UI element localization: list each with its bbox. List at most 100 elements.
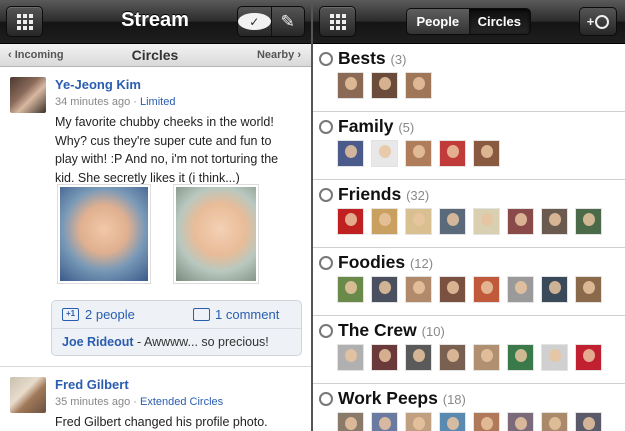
post-author[interactable]: Ye-Jeong Kim: [55, 77, 141, 92]
stream-actions: ✓ ✎: [237, 6, 305, 37]
member-avatar[interactable]: [507, 208, 534, 235]
member-avatar[interactable]: [371, 72, 398, 99]
member-avatar[interactable]: [473, 208, 500, 235]
member-avatar[interactable]: [575, 344, 602, 371]
commenter-name[interactable]: Joe Rideout: [62, 335, 134, 349]
post-visibility[interactable]: Extended Circles: [140, 396, 223, 408]
latest-comment: Joe Rideout - Awwww... so precious!: [62, 335, 269, 349]
member-avatar[interactable]: [371, 276, 398, 303]
pencil-icon: ✎: [280, 11, 295, 31]
post-author[interactable]: Fred Gilbert: [55, 377, 129, 392]
add-circle-button[interactable]: +: [579, 7, 617, 36]
member-avatar[interactable]: [575, 276, 602, 303]
circle-section[interactable]: Work Peeps (18): [313, 384, 625, 431]
post-body-line: Fred Gilbert changed his profile photo.: [55, 415, 268, 429]
member-avatar[interactable]: [541, 344, 568, 371]
people-circles-toggle: People Circles: [406, 8, 531, 35]
member-avatar[interactable]: [337, 140, 364, 167]
post-time: 34 minutes ago: [55, 96, 131, 108]
member-avatar[interactable]: [371, 344, 398, 371]
member-avatar[interactable]: [575, 412, 602, 431]
member-avatar[interactable]: [541, 412, 568, 431]
circle-members: [337, 344, 609, 371]
circle-members: [337, 72, 439, 99]
member-avatar[interactable]: [337, 276, 364, 303]
stream-header: Stream ✓ ✎: [0, 0, 311, 44]
post-visibility[interactable]: Limited: [140, 96, 175, 108]
member-avatar[interactable]: [473, 412, 500, 431]
member-avatar[interactable]: [405, 344, 432, 371]
member-avatar[interactable]: [371, 140, 398, 167]
circle-members: [337, 276, 609, 303]
circle-section[interactable]: Family (5): [313, 112, 625, 180]
engagement-counts: +1 2 people 1 comment: [52, 301, 301, 329]
member-avatar[interactable]: [439, 140, 466, 167]
avatar[interactable]: [10, 77, 46, 113]
member-avatar[interactable]: [405, 140, 432, 167]
checkin-button[interactable]: ✓: [238, 7, 271, 36]
tab-circles[interactable]: Circles: [468, 9, 530, 34]
member-avatar[interactable]: [371, 208, 398, 235]
circle-title: Foodies: [338, 252, 406, 272]
circle-name: Foodies (12): [338, 252, 433, 273]
circle-title: Family: [338, 116, 394, 136]
post-divider: [0, 366, 311, 367]
member-avatar[interactable]: [405, 412, 432, 431]
member-avatar[interactable]: [405, 72, 432, 99]
post-body-line: Why? cus they're super cute and fun to: [55, 133, 272, 148]
member-avatar[interactable]: [507, 412, 534, 431]
post-body: My favorite chubby cheeks in the world! …: [55, 113, 301, 187]
circle-section[interactable]: The Crew (10): [313, 316, 625, 384]
tab-people[interactable]: People: [407, 9, 469, 34]
grid-icon: [17, 14, 33, 30]
nearby-link[interactable]: Nearby ›: [257, 49, 301, 61]
circle-section[interactable]: Foodies (12): [313, 248, 625, 316]
member-avatar[interactable]: [473, 344, 500, 371]
member-avatar[interactable]: [507, 276, 534, 303]
compose-button[interactable]: ✎: [270, 7, 305, 36]
member-avatar[interactable]: [439, 344, 466, 371]
post-photo[interactable]: [57, 184, 151, 284]
member-avatar[interactable]: [337, 412, 364, 431]
member-avatar[interactable]: [473, 140, 500, 167]
radio-icon[interactable]: [319, 188, 333, 202]
member-avatar[interactable]: [439, 412, 466, 431]
circle-title: Work Peeps: [338, 388, 438, 408]
member-avatar[interactable]: [473, 276, 500, 303]
app-grid-button[interactable]: [319, 6, 356, 37]
radio-icon[interactable]: [319, 392, 333, 406]
circle-section[interactable]: Friends (32): [313, 180, 625, 248]
radio-icon[interactable]: [319, 256, 333, 270]
radio-icon[interactable]: [319, 324, 333, 338]
radio-icon[interactable]: [319, 120, 333, 134]
stream-panel: Stream ✓ ✎ ‹ Incoming Circles Nearby › Y…: [0, 0, 311, 431]
radio-icon[interactable]: [319, 52, 333, 66]
member-avatar[interactable]: [507, 344, 534, 371]
page-title: Stream: [121, 9, 189, 31]
member-avatar[interactable]: [405, 208, 432, 235]
incoming-link[interactable]: ‹ Incoming: [8, 49, 64, 61]
comment-count[interactable]: 1 comment: [215, 307, 279, 322]
circle-section[interactable]: Bests (3): [313, 44, 625, 112]
circle-count: (5): [398, 120, 415, 135]
member-avatar[interactable]: [541, 276, 568, 303]
member-avatar[interactable]: [575, 208, 602, 235]
circle-count: (3): [390, 52, 407, 67]
post-photo[interactable]: [173, 184, 259, 284]
member-avatar[interactable]: [337, 208, 364, 235]
member-avatar[interactable]: [439, 208, 466, 235]
member-avatar[interactable]: [405, 276, 432, 303]
member-avatar[interactable]: [337, 344, 364, 371]
post-body-line: My favorite chubby cheeks in the world!: [55, 115, 274, 129]
circle-name: The Crew (10): [338, 320, 445, 341]
app-screen: Stream ✓ ✎ ‹ Incoming Circles Nearby › Y…: [0, 0, 625, 431]
member-avatar[interactable]: [541, 208, 568, 235]
avatar[interactable]: [10, 377, 46, 413]
member-avatar[interactable]: [371, 412, 398, 431]
circle-name: Friends (32): [338, 184, 429, 205]
post-meta: 34 minutes ago · Limited: [55, 96, 175, 108]
app-grid-button[interactable]: [6, 6, 43, 37]
member-avatar[interactable]: [337, 72, 364, 99]
member-avatar[interactable]: [439, 276, 466, 303]
plus-one-count[interactable]: 2 people: [85, 307, 135, 322]
